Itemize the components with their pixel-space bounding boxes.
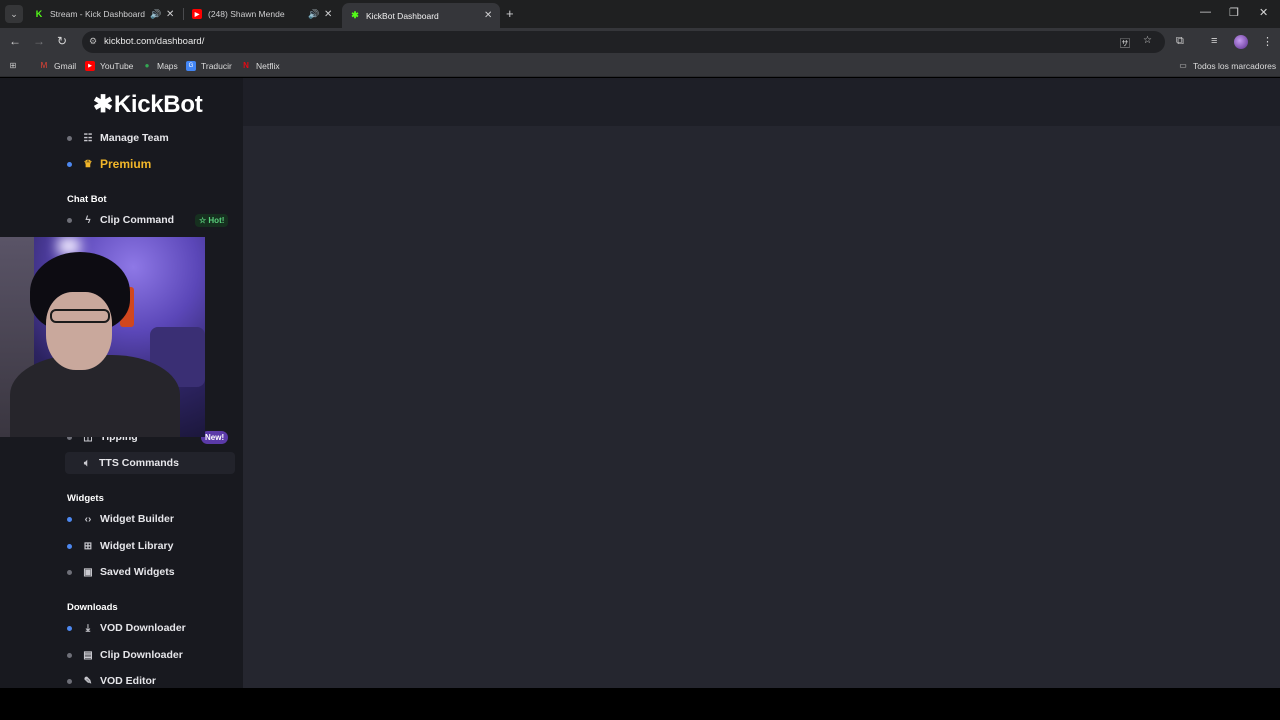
menu-icon[interactable]: ⋮ xyxy=(1262,35,1273,48)
status-dot xyxy=(67,161,72,167)
status-dot xyxy=(67,652,72,658)
taskbar-area xyxy=(0,688,1280,720)
kickbot-logo[interactable]: ✱ KickBot xyxy=(93,90,203,119)
tab-title: KickBot Dashboard xyxy=(366,10,439,21)
sidebar-item-clip-downloader[interactable]: ▤ Clip Downloader xyxy=(67,644,183,666)
status-dot xyxy=(67,217,72,223)
translate-icon: G xyxy=(186,61,196,71)
sidebar-item-clip-command[interactable]: ϟ Clip Command xyxy=(67,209,174,231)
pencil-icon: ✎ xyxy=(83,675,93,687)
kickbot-page: ✱ KickBot ☷ Manage Team ♛ Premium Chat B… xyxy=(0,78,1280,688)
sidebar-item-widget-library[interactable]: ⊞ Widget Library xyxy=(67,535,173,557)
download-icon: ⤓ xyxy=(85,622,91,634)
media-control-icon[interactable]: ≡ xyxy=(1211,35,1217,47)
kick-icon: K xyxy=(35,9,43,19)
site-info-icon[interactable]: ⚙ xyxy=(89,36,97,47)
bookmark-star-icon[interactable]: ☆ xyxy=(1143,35,1152,46)
section-downloads: Downloads xyxy=(67,602,118,613)
sidebar-item-tts-commands[interactable]: 🔈︎ TTS Commands xyxy=(65,452,235,474)
content-header xyxy=(243,78,1280,126)
netflix-icon: N xyxy=(243,61,249,70)
folder-icon: ▭ xyxy=(1179,61,1187,70)
bookmark-netflix[interactable]: N Netflix xyxy=(241,61,280,71)
status-dot xyxy=(67,516,72,522)
sidebar-item-vod-downloader[interactable]: ⤓ VOD Downloader xyxy=(67,617,186,639)
status-dot xyxy=(67,678,72,684)
bookmark-traducir[interactable]: G Traducir xyxy=(186,61,232,71)
grid-icon: ⊞ xyxy=(83,540,93,552)
bookmark-gmail[interactable]: M Gmail xyxy=(39,61,77,71)
hot-badge: ☆ Hot! xyxy=(195,214,229,227)
all-bookmarks[interactable]: ▭ Todos los marcadores xyxy=(1178,61,1276,71)
close-tab-icon[interactable]: ✕ xyxy=(166,9,174,20)
maps-pin-icon: ● xyxy=(144,61,150,70)
browser-tab-bar: ⌄ K Stream - Kick Dashboard 🔊 ✕ ▶ (248) … xyxy=(0,0,1280,28)
status-dot xyxy=(67,543,72,549)
gmail-icon: M xyxy=(40,61,48,70)
close-tab-icon[interactable]: ✕ xyxy=(324,9,332,20)
sidebar-item-vod-editor[interactable]: ✎ VOD Editor xyxy=(67,670,156,688)
speaker-icon[interactable]: 🔊 xyxy=(308,9,319,20)
sidebar-item-manage-team[interactable]: ☷ Manage Team xyxy=(67,127,169,149)
restore-icon[interactable]: ❐ xyxy=(1229,6,1239,19)
section-widgets: Widgets xyxy=(67,493,104,504)
speaker-icon[interactable]: 🔊 xyxy=(150,9,161,20)
crown-icon: ♛ xyxy=(83,158,93,170)
section-chat-bot: Chat Bot xyxy=(67,194,107,205)
bolt-icon: ϟ xyxy=(85,214,91,226)
tab-kickbot-dashboard[interactable]: ✱ KickBot Dashboard ✕ xyxy=(342,3,500,28)
sidebar-item-premium[interactable]: ♛ Premium xyxy=(67,153,151,175)
minimize-icon[interactable]: — xyxy=(1200,6,1211,18)
sidebar-item-widget-builder[interactable]: ‹› Widget Builder xyxy=(67,508,174,530)
speaker-icon: 🔈︎ xyxy=(84,457,90,469)
profile-avatar[interactable] xyxy=(1234,35,1248,49)
webcam-overlay xyxy=(0,237,205,437)
team-icon: ☷ xyxy=(83,132,93,144)
back-icon[interactable]: ← xyxy=(9,34,21,48)
extensions-icon[interactable]: ⧉ xyxy=(1176,35,1184,48)
forward-icon[interactable]: → xyxy=(33,34,45,48)
address-bar[interactable]: ⚙ kickbot.com/dashboard/ 🈂 ☆ xyxy=(82,31,1165,53)
tab-youtube[interactable]: ▶ (248) Shawn Mendes - There's 🔊 ✕ xyxy=(184,3,340,25)
file-icon: ▤ xyxy=(83,649,93,661)
bookmark-maps[interactable]: ● Maps xyxy=(142,61,178,71)
url-text[interactable]: kickbot.com/dashboard/ xyxy=(104,36,204,47)
youtube-icon: ▶ xyxy=(192,9,202,19)
translate-icon[interactable]: 🈂 xyxy=(1120,35,1130,50)
apps-grid-icon[interactable]: ⊞ xyxy=(8,61,23,71)
bookmark-youtube[interactable]: ▶ YouTube xyxy=(85,61,133,71)
new-tab-icon[interactable]: + xyxy=(506,6,514,21)
close-window-icon[interactable]: ✕ xyxy=(1259,6,1268,19)
reload-icon[interactable]: ↻ xyxy=(57,34,67,48)
sidebar-item-saved-widgets[interactable]: ▣ Saved Widgets xyxy=(67,561,175,583)
bookmarks-bar: ⊞ M Gmail ▶ YouTube ● Maps G Traducir N Netfl… xyxy=(0,56,1280,77)
code-icon: ‹› xyxy=(84,513,92,525)
youtube-icon: ▶ xyxy=(85,61,95,71)
image-icon: ▣ xyxy=(83,566,93,578)
status-dot xyxy=(67,135,72,141)
tab-kick-dashboard[interactable]: K Stream - Kick Dashboard 🔊 ✕ xyxy=(26,3,182,25)
tab-title: (248) Shawn Mendes - There's xyxy=(208,9,285,19)
new-badge: New! xyxy=(201,431,229,444)
main-content-area xyxy=(243,126,1280,688)
kickbot-icon: ✱ xyxy=(351,10,359,20)
close-tab-icon[interactable]: ✕ xyxy=(484,10,492,21)
status-dot xyxy=(67,625,72,631)
browser-toolbar: ← → ↻ ⚙ kickbot.com/dashboard/ 🈂 ☆ ⧉ ≡ ⋮ xyxy=(0,28,1280,56)
status-dot xyxy=(67,569,72,575)
tab-title: Stream - Kick Dashboard xyxy=(50,9,145,19)
tab-search-chevron-icon[interactable]: ⌄ xyxy=(5,5,23,23)
kickbot-logo-icon: ✱ xyxy=(93,91,113,118)
